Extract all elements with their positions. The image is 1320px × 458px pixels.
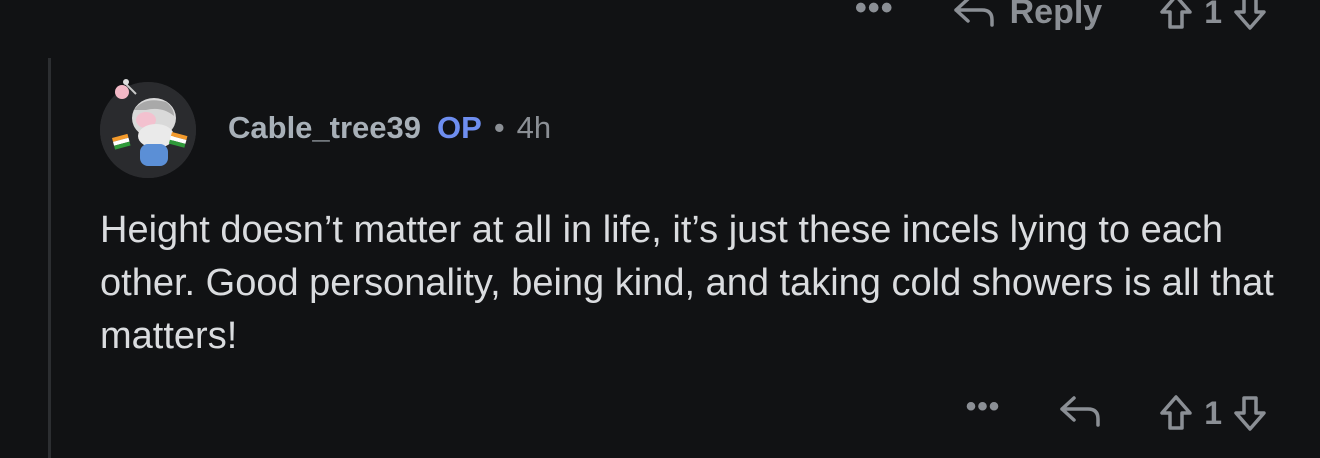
- downvote-arrow-icon[interactable]: [1232, 394, 1268, 432]
- op-badge: OP: [437, 110, 482, 145]
- comment-thread-view: ••• Reply 1 Cable_tree39 OP • 4h Height …: [0, 0, 1320, 458]
- reply-arrow-icon: [1060, 395, 1100, 427]
- upvote-arrow-icon[interactable]: [1158, 0, 1194, 31]
- comment-header: Cable_tree39 OP • 4h: [228, 110, 551, 146]
- thread-indent-line[interactable]: [48, 58, 51, 458]
- reply-button[interactable]: Reply: [952, 0, 1103, 32]
- reply-label: Reply: [1009, 0, 1103, 31]
- vote-controls: 1: [1158, 394, 1268, 432]
- vote-count: 1: [1204, 0, 1222, 30]
- more-options-button[interactable]: •••: [966, 390, 1001, 424]
- reply-arrow-icon: [953, 0, 994, 27]
- reply-button[interactable]: [1058, 392, 1102, 435]
- separator-dot: •: [493, 110, 505, 145]
- vote-controls: 1: [1158, 0, 1268, 31]
- comment-age: 4h: [516, 110, 552, 145]
- comment-body: Height doesn’t matter at all in life, it…: [100, 209, 1274, 357]
- previous-comment-action-bar: ••• Reply 1: [855, 0, 1268, 38]
- upvote-arrow-icon[interactable]: [1158, 394, 1194, 432]
- username-link[interactable]: Cable_tree39: [228, 110, 421, 146]
- comment-action-bar: ••• 1: [966, 388, 1268, 438]
- user-avatar[interactable]: [100, 79, 196, 178]
- downvote-arrow-icon[interactable]: [1232, 0, 1268, 31]
- more-options-button[interactable]: •••: [855, 0, 894, 25]
- vote-count: 1: [1204, 394, 1222, 431]
